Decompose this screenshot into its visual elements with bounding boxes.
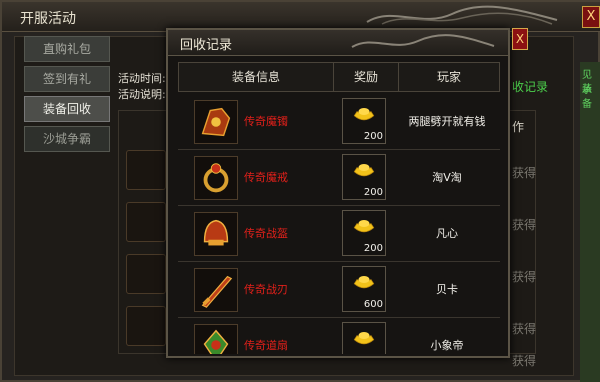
event-window-close-button[interactable]: X [582,6,600,28]
bg-item-slot[interactable] [126,306,166,346]
dialog-title-bar: 回收记录 [168,30,508,56]
side-scene-strip [580,62,600,382]
item-name: 传奇战盔 [244,227,288,240]
gold-ingot-icon[interactable]: 200 [342,98,386,144]
header-player: 玩家 [436,70,461,84]
player-name: 凡心 [436,227,458,240]
recycle-record-dialog: 回收记录 装备信息 奖励 玩家 传奇魔镯 200 两腿劈开就有钱 传奇魔戒 20… [166,28,510,358]
armor-icon[interactable] [194,100,238,144]
bg-get-label[interactable]: 获得 [512,268,536,285]
record-row: 传奇魔镯 200 两腿劈开就有钱 [178,94,500,150]
tab-castle-battle[interactable]: 沙城争霸 [24,126,110,152]
header-reward: 奖励 [353,70,378,84]
dragon-ornament-icon [366,5,558,25]
bg-item-slot[interactable] [126,150,166,190]
bg-get-label[interactable]: 获得 [512,352,536,369]
activity-desc-label: 活动说明: [118,88,166,101]
helmet-icon[interactable] [194,212,238,256]
reward-amount: 200 [363,187,383,198]
tab-equipment-recycle[interactable]: 装备回收 [24,96,110,122]
ring-icon[interactable] [194,156,238,200]
blade-icon[interactable] [194,268,238,312]
bg-item-slot[interactable] [126,254,166,294]
gold-ingot-icon[interactable]: 200 [342,154,386,200]
record-list: 传奇魔镯 200 两腿劈开就有钱 传奇魔戒 200 淘V淘 传奇战盔 200 凡… [178,94,500,354]
item-name: 传奇魔戒 [244,171,288,184]
record-row: 传奇战盔 200 凡心 [178,206,500,262]
scene-text: 装备 [582,84,592,110]
dragon-ornament-icon [351,34,495,48]
record-row: 传奇魔戒 200 淘V淘 [178,150,500,206]
player-name: 小象帝 [430,339,464,352]
player-name: 两腿劈开就有钱 [408,115,486,128]
item-name: 传奇魔镯 [244,115,288,128]
reward-amount: 600 [363,299,383,310]
dialog-title: 回收记录 [180,38,233,53]
reward-amount: 200 [363,131,383,142]
player-name: 贝卡 [436,283,458,296]
player-name: 淘V淘 [432,171,462,184]
reward-amount: 200 [363,243,383,254]
dialog-close-button[interactable]: X [512,28,528,50]
bg-item-slot[interactable] [126,202,166,242]
item-name: 传奇道扇 [244,339,288,352]
record-row: 传奇道扇 小象帝 [178,318,500,354]
item-name: 传奇战刃 [244,283,288,296]
record-table-header: 装备信息 奖励 玩家 [178,62,500,92]
bg-get-label[interactable]: 获得 [512,216,536,233]
gold-ingot-icon[interactable]: 600 [342,266,386,312]
bg-get-label[interactable]: 获得 [512,320,536,337]
header-item-info: 装备信息 [231,70,280,84]
tab-sign-in[interactable]: 签到有礼 [24,66,110,92]
record-row: 传奇战刃 600 贝卡 [178,262,500,318]
gold-ingot-icon[interactable] [342,322,386,354]
event-sidebar: 直购礼包 签到有礼 装备回收 沙城争霸 [24,36,110,156]
gold-ingot-icon[interactable]: 200 [342,210,386,256]
activity-time-label: 活动时间: [118,72,166,85]
tab-direct-purchase[interactable]: 直购礼包 [24,36,110,62]
amulet-icon[interactable] [194,324,238,354]
bg-get-label[interactable]: 获得 [512,164,536,181]
bg-table-header-action: 作 [512,120,525,134]
recycle-record-link[interactable]: 收记录 [512,78,548,95]
event-window-title: 开服活动 [20,11,76,27]
